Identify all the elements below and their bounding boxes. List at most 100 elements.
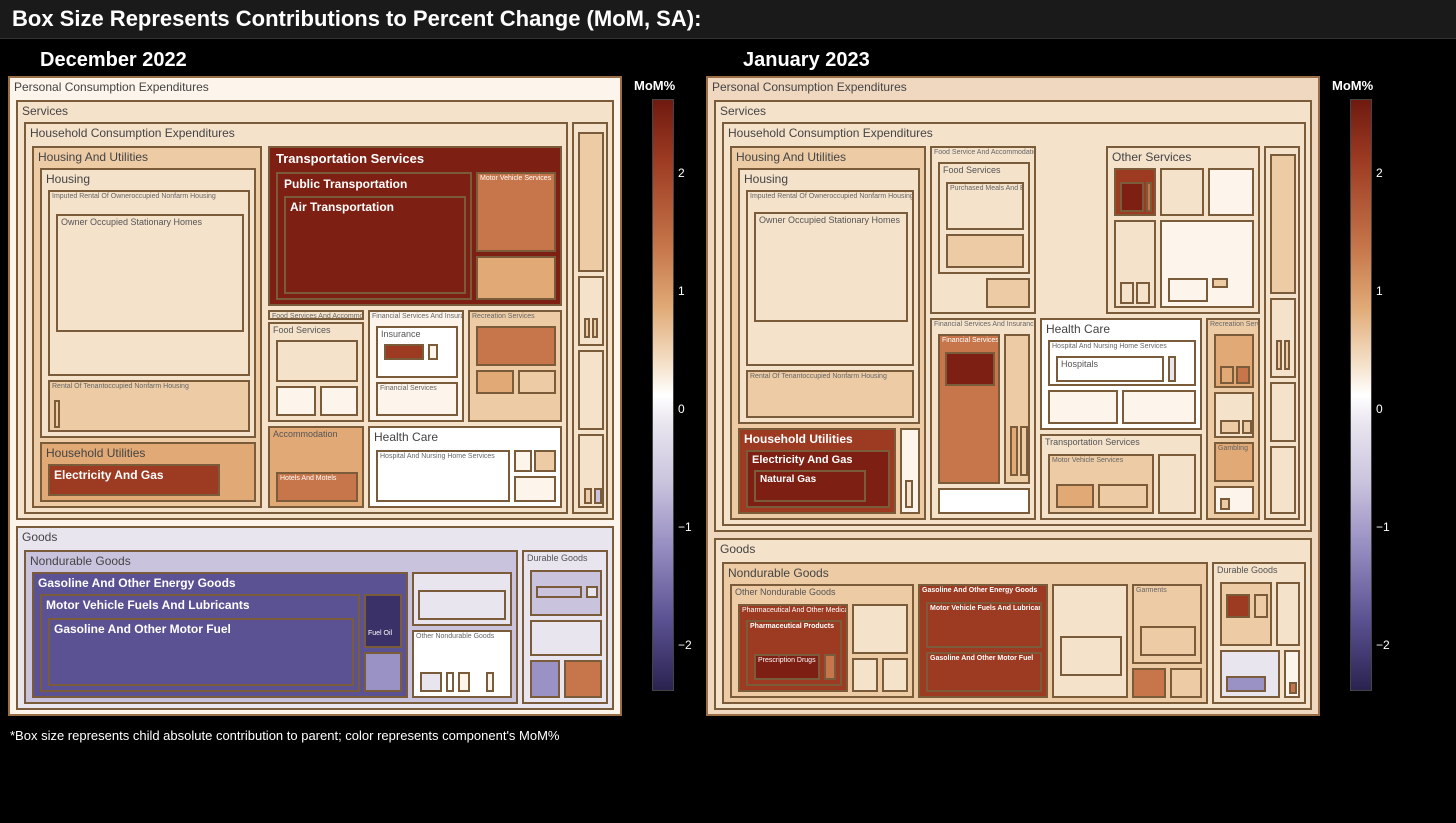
dec-hotels-lbl: Hotels And Motels xyxy=(278,474,356,483)
dec-rec-lbl: Recreation Services xyxy=(470,312,560,321)
dec-housing-lbl: Housing xyxy=(42,170,254,188)
date-label-dec: December 2022 xyxy=(40,49,713,72)
legend-gradient xyxy=(652,99,674,691)
dec-dur-c xyxy=(530,660,560,698)
dec-mvsvc: Motor Vehicle Services xyxy=(476,172,556,252)
jan-mvfuel-lbl: Motor Vehicle Fuels And Lubricants xyxy=(928,604,1040,613)
chart-jan: Personal Consumption Expenditures Servic… xyxy=(706,76,1396,716)
jan-other-nondur-lbl: Other Nondurable Goods xyxy=(732,586,912,598)
dec-dur-rec-a xyxy=(536,586,582,598)
tick-n1-j: −1 xyxy=(1376,520,1390,534)
jan-hosp-nurse: Hospital And Nursing Home Services Hospi… xyxy=(1048,340,1196,386)
jan-elec-gas: Electricity And Gas Natural Gas xyxy=(746,450,890,508)
dec-owner: Owner Occupied Stationary Homes xyxy=(56,214,244,332)
dec-othersvc xyxy=(572,122,608,514)
jan-comm-in2 xyxy=(1146,182,1152,212)
dec-nondur: Nondurable Goods Gasoline And Other Ener… xyxy=(24,550,518,704)
jan-os-e xyxy=(1160,220,1254,308)
jan-rec-d1 xyxy=(1220,498,1230,510)
dec-other-nondur-lbl: Other Nondurable Goods xyxy=(414,632,510,641)
jan-dur-a2 xyxy=(1254,594,1268,618)
jan-finins-lbl: Financial Services And Insurance xyxy=(932,320,1034,329)
dec-os-b2 xyxy=(592,318,598,338)
date-label-jan: January 2023 xyxy=(713,49,1416,72)
jan-owner-lbl: Owner Occupied Stationary Homes xyxy=(756,214,906,226)
jan-nondur: Nondurable Goods Other Nondurable Goods … xyxy=(722,562,1208,704)
jan-rec-a xyxy=(1214,334,1254,388)
jan-fsa-lbl: Food Service And Accommodations xyxy=(932,148,1034,157)
jan-meals-lbl: Purchased Meals And Beverages xyxy=(948,184,1022,193)
dec-goods: Goods Nondurable Goods Gasoline And Othe… xyxy=(16,526,614,710)
jan-fin-b xyxy=(1004,334,1030,484)
jan-health: Health Care Hospital And Nursing Home Se… xyxy=(1040,318,1202,430)
jan-os-e2 xyxy=(1212,278,1228,288)
dec-hce: Household Consumption Expenditures Housi… xyxy=(24,122,568,514)
dec-on-a xyxy=(420,672,442,692)
dec-finsvc: Financial Services xyxy=(376,382,458,416)
jan-recsvc-lbl: Recreation Services xyxy=(1208,320,1258,329)
jan-tenant: Rental Of Tenantoccupied Nonfarm Housing xyxy=(746,370,914,418)
dec-rec-a xyxy=(476,326,556,366)
jan-health-b xyxy=(1048,390,1118,424)
dec-durable: Durable Goods xyxy=(522,550,608,704)
jan-elec-gas-lbl: Electricity And Gas xyxy=(748,452,888,468)
dec-os-d1 xyxy=(584,488,592,504)
jan-gasenergy-lbl: Gasoline And Other Energy Goods xyxy=(920,586,1046,595)
jan-os-c xyxy=(1208,168,1254,216)
dec-food-inner3 xyxy=(320,386,358,416)
jan-mvsvc: Motor Vehicle Services xyxy=(1048,454,1154,514)
dec-housing-util-lbl: Housing And Utilities xyxy=(34,148,260,166)
jan-imputed-lbl: Imputed Rental Of Owneroccupied Nonfarm … xyxy=(748,192,912,201)
jan-othersvc-lbl: Other Services xyxy=(1108,148,1258,166)
dec-hh-util-lbl: Household Utilities xyxy=(42,444,254,462)
tick-p2-j: 2 xyxy=(1376,166,1383,180)
dec-gasenergy: Gasoline And Other Energy Goods Motor Ve… xyxy=(32,572,408,698)
jan-gambling: Gambling xyxy=(1214,442,1254,482)
dec-elec-gas-lbl: Electricity And Gas xyxy=(50,466,218,484)
dec-transport: Transportation Services Public Transport… xyxy=(268,146,562,306)
jan-strip-b xyxy=(1270,298,1296,378)
dec-elec-gas: Electricity And Gas xyxy=(48,464,220,496)
jan-garments: Garments xyxy=(1132,584,1202,664)
tick-z: 0 xyxy=(678,402,685,416)
jan-garments-lbl: Garments xyxy=(1134,586,1200,595)
dec-finins: Financial Services And Insurance Insuran… xyxy=(368,310,464,422)
dec-foodsvc: Food Services xyxy=(268,322,364,422)
dec-imputed: Imputed Rental Of Owneroccupied Nonfarm … xyxy=(48,190,250,376)
jan-goods-lbl: Goods xyxy=(716,540,1310,558)
dec-foodsvc-lbl: Food Services xyxy=(270,324,362,336)
jan-nondur-c1 xyxy=(1060,636,1122,676)
jan-nondur-lbl: Nondurable Goods xyxy=(724,564,1206,582)
dec-hce-lbl: Household Consumption Expenditures xyxy=(26,124,566,142)
jan-housing-util-lbl: Housing And Utilities xyxy=(732,148,924,166)
jan-othersvc: Other Services xyxy=(1106,146,1260,314)
dec-hospnurse: Hospital And Nursing Home Services xyxy=(376,450,510,502)
jan-fin-b2 xyxy=(1020,426,1028,476)
dec-on-c xyxy=(458,672,470,692)
jan-strip-c xyxy=(1270,382,1296,442)
jan-gasenergy: Gasoline And Other Energy Goods Motor Ve… xyxy=(918,584,1048,698)
jan-health-lbl: Health Care xyxy=(1042,320,1200,338)
jan-nondur-f xyxy=(1170,668,1202,698)
jan-mvsvc-lbl: Motor Vehicle Services xyxy=(1050,456,1152,465)
dec-other-nondur: Other Nondurable Goods xyxy=(412,630,512,698)
tick-n1: −1 xyxy=(678,520,692,534)
jan-rec-d xyxy=(1214,486,1254,514)
jan-rec-a1 xyxy=(1220,366,1234,384)
dec-housing: Housing Imputed Rental Of Owneroccupied … xyxy=(40,168,256,438)
jan-pharma: Pharmaceutical And Other Medical Product… xyxy=(738,604,848,692)
jan-owner: Owner Occupied Stationary Homes xyxy=(754,212,908,322)
jan-food-b xyxy=(946,234,1024,268)
dec-accom: Accommodation Hotels And Motels xyxy=(268,426,364,508)
jan-os-d2 xyxy=(1136,282,1150,304)
dec-gasmotor-lbl: Gasoline And Other Motor Fuel xyxy=(50,620,352,638)
jan-mv-b xyxy=(1098,484,1148,508)
dec-nondur-a1 xyxy=(418,590,506,620)
jan-strip-b1 xyxy=(1276,340,1282,370)
dec-root: Personal Consumption Expenditures xyxy=(10,78,620,96)
dec-mvsvc-lbl: Motor Vehicle Services xyxy=(478,174,554,183)
dec-on-b xyxy=(446,672,454,692)
dec-goods-lbl: Goods xyxy=(18,528,612,546)
jan-pharma-lbl: Pharmaceutical And Other Medical Product… xyxy=(740,606,846,615)
legend-gradient-jan xyxy=(1350,99,1372,691)
